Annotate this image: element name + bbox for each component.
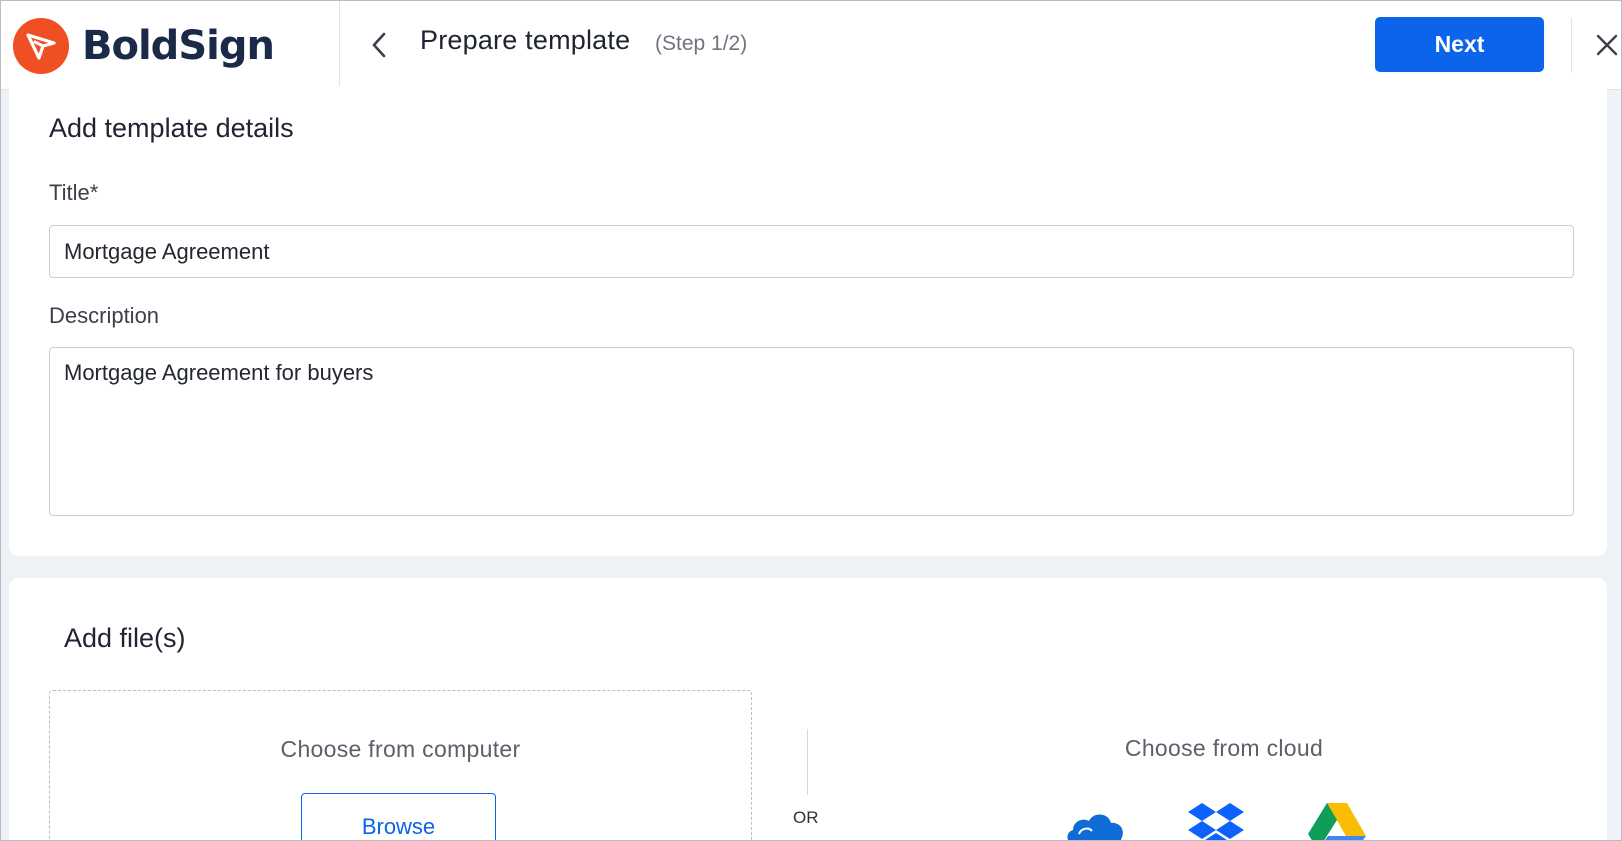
brand-name: BoldSign — [82, 23, 275, 69]
header-divider — [339, 1, 340, 90]
chevron-left-icon — [372, 32, 386, 58]
header-divider-right — [1571, 18, 1572, 73]
choose-from-computer-label: Choose from computer — [280, 736, 521, 762]
description-label: Description — [49, 303, 160, 328]
next-button[interactable]: Next — [1375, 17, 1544, 72]
description-value: Mortgage Agreement for buyers — [64, 360, 374, 385]
or-label: OR — [793, 808, 819, 827]
back-button[interactable] — [363, 27, 395, 63]
template-details-card: Add template details Title* Mortgage Agr… — [9, 86, 1607, 556]
choose-from-cloud-label: Choose from cloud — [1124, 735, 1324, 761]
title-input-value: Mortgage Agreement — [64, 238, 270, 264]
close-button[interactable] — [1593, 31, 1621, 59]
onedrive-icon[interactable] — [1064, 800, 1126, 840]
title-label: Title* — [49, 180, 99, 205]
file-drop-zone[interactable]: Choose from computer Browse — [49, 690, 752, 840]
page-title: Prepare template — [420, 25, 631, 55]
browse-button[interactable]: Browse — [301, 793, 496, 840]
step-indicator: (Step 1/2) — [655, 32, 748, 55]
add-files-card: Add file(s) Choose from computer Browse … — [9, 578, 1607, 840]
brand-logo[interactable]: BoldSign — [13, 18, 275, 74]
google-drive-icon[interactable] — [1306, 800, 1368, 840]
title-input[interactable]: Mortgage Agreement — [49, 225, 1574, 278]
section-title-details: Add template details — [49, 113, 294, 143]
top-header: BoldSign Prepare template (Step 1/2) Nex… — [1, 1, 1621, 90]
description-textarea[interactable]: Mortgage Agreement for buyers — [49, 347, 1574, 516]
boldsign-logo-icon — [13, 18, 69, 74]
close-icon — [1596, 34, 1618, 56]
app-window: BoldSign Prepare template (Step 1/2) Nex… — [0, 0, 1622, 841]
section-title-files: Add file(s) — [64, 623, 186, 653]
dropbox-icon[interactable] — [1185, 800, 1247, 840]
or-divider — [807, 729, 808, 795]
